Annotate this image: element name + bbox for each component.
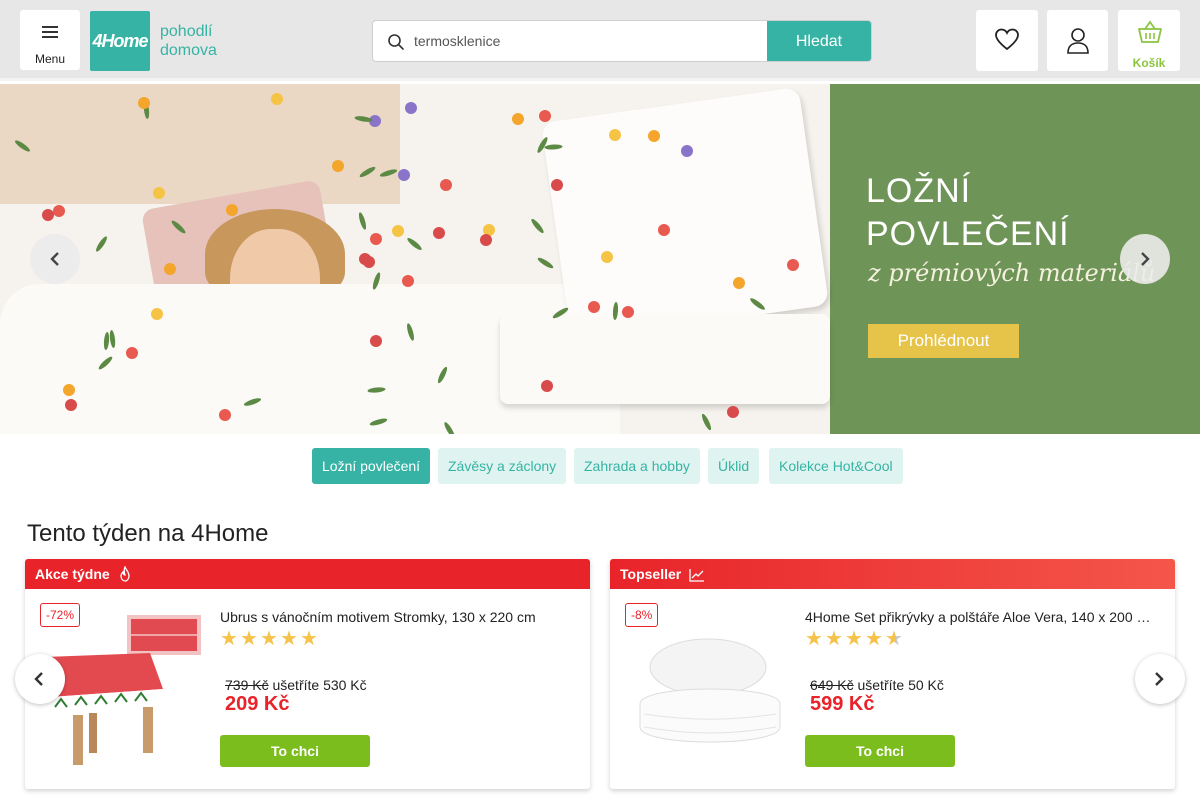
banner-next-button[interactable]	[1120, 234, 1170, 284]
chip-lozni-povleceni[interactable]: Ložní povlečení	[312, 448, 431, 484]
basket-icon	[1138, 20, 1162, 43]
chip-kolekce-hot-cool[interactable]: Kolekce Hot&Cool	[769, 448, 903, 484]
floral-motif	[680, 144, 693, 157]
banner-prev-button[interactable]	[30, 234, 80, 284]
hamburger-icon	[42, 26, 58, 38]
tagline: pohodlí domova	[160, 22, 217, 60]
current-price: 209 Kč	[225, 693, 290, 715]
banner-title: LOŽNÍ POVLEČENÍ	[866, 170, 1070, 256]
floral-motif	[405, 101, 418, 114]
search-icon	[388, 34, 404, 50]
category-chips: Ložní povlečení Závěsy a záclony Zahrada…	[0, 448, 1200, 484]
tagline-line-1: pohodlí	[160, 23, 213, 40]
floral-motif	[402, 274, 415, 287]
floral-motif	[150, 307, 163, 320]
floral-motif	[63, 383, 76, 396]
cart-label: Košík	[1132, 56, 1166, 70]
savings-text: ušetříte 530 Kč	[272, 677, 367, 693]
floral-motif	[609, 128, 622, 141]
current-price: 599 Kč	[810, 693, 875, 715]
account-button[interactable]	[1047, 10, 1108, 71]
product-image	[639, 638, 781, 743]
star-icon: ★	[805, 628, 823, 650]
banner-cta-button[interactable]: Prohlédnout	[868, 324, 1019, 358]
star-half-icon: ★	[885, 629, 905, 649]
chip-zavesy-a-zaclony[interactable]: Závěsy a záclony	[438, 448, 567, 484]
carousel-next-button[interactable]	[1135, 654, 1185, 704]
floral-motif	[511, 113, 524, 126]
product-card[interactable]: Topseller -8% 4Home Set přikrývky a polš…	[610, 559, 1175, 789]
floral-motif	[786, 258, 799, 271]
discount-badge: -72%	[40, 603, 81, 627]
rating-stars: ★ ★ ★ ★ ★	[805, 629, 905, 649]
floral-motif	[218, 409, 231, 422]
tagline-line-2: domova	[160, 42, 217, 59]
product-image	[45, 615, 201, 765]
section-title: Tento týden na 4Home	[27, 520, 269, 547]
chip-uklid[interactable]: Úklid	[708, 448, 760, 484]
menu-label: Menu	[34, 52, 66, 66]
product-name[interactable]: 4Home Set přikrývky a polštáře Aloe Vera…	[805, 609, 1155, 625]
floral-motif	[369, 233, 382, 246]
user-icon	[1067, 28, 1089, 54]
badge-label: Topseller	[620, 566, 682, 582]
floral-motif	[359, 252, 372, 265]
chevron-right-icon	[1155, 672, 1164, 686]
old-price: 649 Kč ušetříte 50 Kč	[810, 677, 944, 693]
star-icon: ★	[825, 628, 843, 650]
star-icon: ★	[865, 628, 883, 650]
carousel-prev-button[interactable]	[15, 654, 65, 704]
savings-text: ušetříte 50 Kč	[857, 677, 944, 693]
hero-banner[interactable]: LOŽNÍ POVLEČENÍ z prémiových materiálů P…	[0, 84, 1200, 434]
star-icon: ★	[300, 628, 318, 650]
floral-motif	[440, 178, 453, 191]
floral-motif	[138, 96, 151, 109]
favorites-button[interactable]	[976, 10, 1038, 71]
banner-title-line-2: POVLEČENÍ	[866, 215, 1070, 253]
floral-motif	[52, 204, 65, 217]
heart-icon	[995, 28, 1019, 51]
banner-subtitle: z prémiových materiálů	[868, 259, 1156, 287]
card-badge-bar: Akce týdne	[25, 559, 590, 589]
floral-motif	[332, 159, 345, 172]
pillow-image	[540, 86, 830, 342]
chevron-left-icon	[34, 672, 43, 686]
search-bar: Hledat	[372, 20, 872, 62]
buy-button[interactable]: To chci	[220, 735, 370, 767]
chevron-left-icon	[50, 252, 59, 266]
chevron-right-icon	[1141, 252, 1150, 266]
star-icon: ★	[220, 628, 238, 650]
cart-button[interactable]: Košík	[1118, 10, 1180, 71]
card-badge-bar: Topseller	[610, 559, 1175, 589]
buy-button[interactable]: To chci	[805, 735, 955, 767]
old-price-value: 739 Kč	[225, 677, 269, 693]
old-price: 739 Kč ušetříte 530 Kč	[225, 677, 367, 693]
floral-motif	[125, 346, 138, 359]
star-icon: ★	[260, 628, 278, 650]
banner-title-line-1: LOŽNÍ	[866, 172, 972, 210]
badge-label: Akce týdne	[35, 566, 110, 582]
star-icon: ★	[240, 628, 258, 650]
logo[interactable]: 4Home	[90, 11, 150, 71]
old-price-value: 649 Kč	[810, 677, 854, 693]
product-name[interactable]: Ubrus s vánočním motivem Stromky, 130 x …	[220, 609, 570, 625]
menu-button[interactable]: Menu	[20, 10, 80, 70]
search-button[interactable]: Hledat	[767, 21, 871, 61]
discount-badge: -8%	[625, 603, 659, 627]
floral-motif	[397, 169, 410, 182]
fire-icon	[119, 565, 130, 582]
floral-motif	[600, 251, 613, 264]
chip-zahrada-a-hobby[interactable]: Zahrada a hobby	[574, 448, 700, 484]
star-icon: ★	[845, 628, 863, 650]
trend-chart-icon	[689, 569, 705, 582]
product-card[interactable]: Akce týdne -72% Ubrus s vánočním motivem…	[25, 559, 590, 789]
floral-motif	[391, 224, 404, 237]
star-icon: ★	[280, 628, 298, 650]
site-header: Menu 4Home pohodlí domova Hledat Koší	[0, 0, 1200, 81]
rating-stars: ★ ★ ★ ★ ★	[220, 629, 320, 649]
search-input[interactable]	[414, 21, 764, 61]
